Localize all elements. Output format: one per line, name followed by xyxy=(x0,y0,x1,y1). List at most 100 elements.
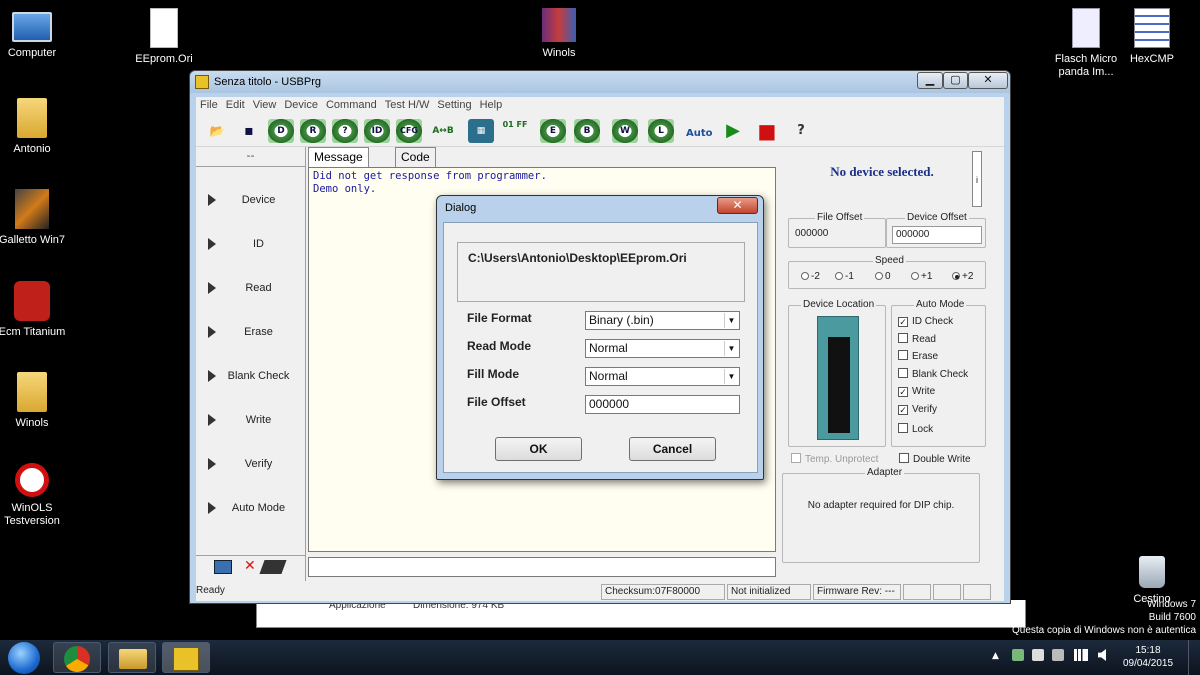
fill-ff-icon[interactable]: 01 FF xyxy=(502,119,528,143)
compare-icon[interactable]: A↔B xyxy=(430,119,456,143)
auto-mode-button[interactable]: Auto Mode xyxy=(196,487,306,531)
desktop-icon-winols-rar[interactable]: Winols xyxy=(519,8,599,60)
speed-option-plus1[interactable]: +1 xyxy=(911,271,932,282)
device-button[interactable]: Device xyxy=(196,179,306,223)
command-input[interactable] xyxy=(308,557,776,577)
checkbox-write[interactable]: ✓ Write xyxy=(898,386,935,397)
taskbar-chrome[interactable] xyxy=(53,642,101,673)
buffer-icon[interactable]: ▦ xyxy=(468,119,494,143)
menu-edit[interactable]: Edit xyxy=(222,97,249,113)
tab-code[interactable]: Code xyxy=(395,147,436,167)
taskbar-explorer[interactable] xyxy=(108,642,156,673)
dialog-close-button[interactable]: ✕ xyxy=(717,197,758,214)
device-chip-icon[interactable]: D xyxy=(268,119,294,143)
speed-option-minus1[interactable]: -1 xyxy=(835,271,854,282)
checkbox-label: Double Write xyxy=(913,454,971,465)
ok-button[interactable]: OK xyxy=(495,437,582,461)
speed-option-plus2[interactable]: +2 xyxy=(952,271,973,282)
device-tray-icon[interactable] xyxy=(1052,649,1064,661)
desktop-icon-eeprom[interactable]: EEprom.Ori xyxy=(124,8,204,66)
query-chip-icon[interactable]: ? xyxy=(332,119,358,143)
dialog-title[interactable]: Dialog xyxy=(437,196,763,221)
read-mode-select[interactable]: Normal ▼ xyxy=(585,339,740,358)
desktop-icon-winols-folder[interactable]: Winols xyxy=(0,372,72,430)
menu-command[interactable]: Command xyxy=(322,97,381,113)
lock-chip-icon[interactable]: L xyxy=(648,119,674,143)
info-button[interactable]: i xyxy=(972,151,982,207)
desktop-icon-hexcmp[interactable]: HexCMP xyxy=(1112,8,1192,66)
device-offset-input[interactable]: 000000 xyxy=(892,226,982,244)
checkbox-label: Lock xyxy=(912,424,934,435)
speed-option-0[interactable]: 0 xyxy=(875,271,891,282)
minimize-button[interactable]: ▁ xyxy=(917,72,943,89)
desktop-icon-computer[interactable]: Computer xyxy=(0,8,72,60)
volume-tray-icon[interactable] xyxy=(1098,649,1106,661)
show-desktop-button[interactable] xyxy=(1188,640,1200,675)
signal-tray-icon[interactable] xyxy=(1074,649,1088,661)
write-chip-icon[interactable]: W xyxy=(612,119,638,143)
checkbox-erase[interactable]: Erase xyxy=(898,350,938,362)
checkbox-temp-unprotect[interactable]: Temp. Unprotect xyxy=(791,453,878,465)
speed-option-minus2[interactable]: -2 xyxy=(801,271,820,282)
menu-view[interactable]: View xyxy=(249,97,281,113)
desktop-icon-winols-test[interactable]: WinOLS Testversion xyxy=(0,463,72,528)
radio-icon xyxy=(911,272,919,280)
checkbox-id-check[interactable]: ✓ ID Check xyxy=(898,316,953,327)
tray-arrow-icon[interactable]: ▲ xyxy=(992,651,999,661)
checkbox-label: Read xyxy=(912,334,936,345)
cfg-chip-icon[interactable]: CFG xyxy=(396,119,422,143)
auto-icon[interactable]: Auto xyxy=(686,119,713,143)
erase-chip-icon[interactable]: E xyxy=(540,119,566,143)
close-button[interactable]: ✕ xyxy=(968,72,1008,89)
save-icon[interactable]: ▪ xyxy=(236,119,262,143)
fill-mode-select[interactable]: Normal ▼ xyxy=(585,367,740,386)
desktop-icon-galletto[interactable]: Galletto Win7 xyxy=(0,189,72,247)
desktop-icon-ecm-titanium[interactable]: Ecm Titanium xyxy=(0,281,72,339)
command-panel-header: -- xyxy=(196,147,305,167)
checkbox-verify[interactable]: ✓ Verify xyxy=(898,404,937,415)
window-titlebar[interactable]: Senza titolo - USBPrg ▁ ▢ ✕ xyxy=(190,71,1010,93)
checkbox-read[interactable]: Read xyxy=(898,333,936,345)
chevron-down-icon[interactable]: ▼ xyxy=(724,313,738,328)
file-offset-input[interactable]: 000000 xyxy=(585,395,740,414)
id-button[interactable]: ID xyxy=(196,223,306,267)
checkbox-blank-check[interactable]: Blank Check xyxy=(898,368,968,380)
file-format-select[interactable]: Binary (.bin) ▼ xyxy=(585,311,740,330)
checkbox-double-write[interactable]: Double Write xyxy=(899,453,971,465)
start-button[interactable] xyxy=(8,642,40,674)
chevron-down-icon[interactable]: ▼ xyxy=(724,369,738,384)
id-chip-icon[interactable]: ID xyxy=(364,119,390,143)
checkbox-lock[interactable]: Lock xyxy=(898,423,933,435)
open-folder-icon[interactable]: 📂 xyxy=(204,119,230,143)
chevron-down-icon[interactable]: ▼ xyxy=(724,341,738,356)
flag-tray-icon[interactable] xyxy=(1032,649,1044,661)
verify-button[interactable]: Verify xyxy=(196,443,306,487)
clock[interactable]: 15:18 09/04/2015 xyxy=(1118,644,1178,670)
play-triangle-icon xyxy=(208,458,216,470)
desktop-icon-antonio[interactable]: Antonio xyxy=(0,98,72,156)
blank-check-button[interactable]: Blank Check xyxy=(196,355,306,399)
cancel-button[interactable]: Cancel xyxy=(629,437,716,461)
speed-label: 0 xyxy=(885,271,891,282)
tab-message-log[interactable]: Message Log xyxy=(308,147,369,183)
read-chip-icon[interactable]: R xyxy=(300,119,326,143)
maximize-button[interactable]: ▢ xyxy=(943,72,968,89)
play-icon[interactable]: ▶ xyxy=(720,119,746,143)
menu-device[interactable]: Device xyxy=(280,97,322,113)
write-button[interactable]: Write xyxy=(196,399,306,443)
taskbar-usbprg[interactable] xyxy=(162,642,210,673)
network-tray-icon[interactable] xyxy=(1012,649,1024,661)
blank-chip-icon[interactable]: B xyxy=(574,119,600,143)
menu-help[interactable]: Help xyxy=(476,97,507,113)
read-button[interactable]: Read xyxy=(196,267,306,311)
help-icon[interactable]: ? xyxy=(788,119,814,143)
erase-button[interactable]: Erase xyxy=(196,311,306,355)
checkbox-label: Temp. Unprotect xyxy=(805,454,879,465)
computer-icon xyxy=(214,560,232,574)
menu-file[interactable]: File xyxy=(196,97,222,113)
menu-setting[interactable]: Setting xyxy=(433,97,475,113)
device-location-group: Device Location xyxy=(788,299,886,447)
menu-test-hw[interactable]: Test H/W xyxy=(381,97,434,113)
device-status: No device selected. xyxy=(830,164,934,179)
stop-icon[interactable]: ■ xyxy=(754,119,780,143)
